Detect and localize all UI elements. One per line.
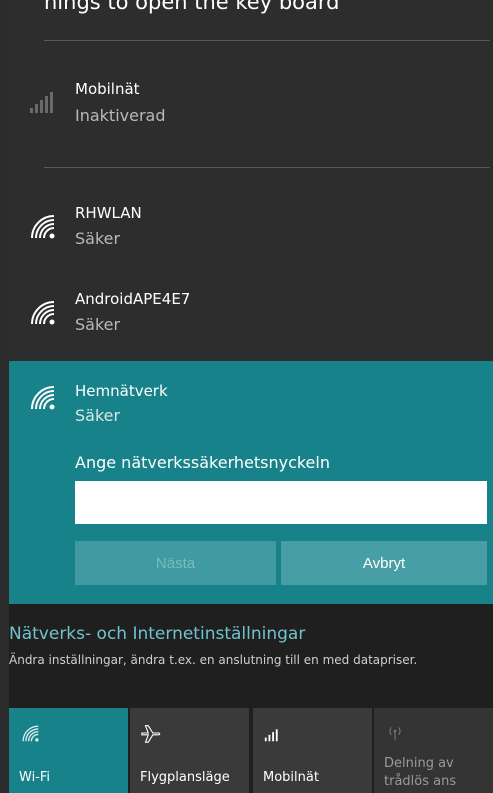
cutoff-header-text: nings to open the key board (44, 0, 340, 14)
hotspot-icon (389, 727, 401, 741)
network-status: Säker (75, 315, 121, 334)
tile-hotspot[interactable]: Delning av trådlös ans (374, 708, 493, 793)
tile-mobile[interactable]: Mobilnät (253, 708, 372, 793)
next-button[interactable]: Nästa (75, 541, 276, 585)
wifi-icon (22, 725, 39, 742)
network-item-hemnatverk-expanded[interactable]: Hemnätverk Säker Ange nätverkssäkerhetsn… (9, 361, 493, 604)
network-settings-description: Ändra inställningar, ändra t.ex. en ansl… (9, 653, 418, 667)
wifi-icon (31, 215, 55, 239)
cancel-button[interactable]: Avbryt (281, 541, 487, 585)
network-settings-link[interactable]: Nätverks- och Internetinställningar (9, 624, 305, 644)
divider (44, 167, 490, 168)
network-status: Säker (75, 229, 121, 248)
tile-airplane-mode[interactable]: Flygplansläge (130, 708, 249, 793)
wifi-icon (31, 386, 55, 410)
network-item-rhwlan[interactable]: RHWLAN Säker (9, 190, 493, 275)
network-item-androidape4e7[interactable]: AndroidAPE4E7 Säker (9, 276, 493, 361)
network-name: Hemnätverk (75, 382, 168, 400)
cellular-signal-icon (30, 92, 53, 113)
security-key-label: Ange nätverkssäkerhetsnyckeln (75, 453, 330, 472)
tile-label: Delning av trådlös ans (384, 756, 457, 789)
security-key-input[interactable] (75, 481, 487, 524)
network-status: Säker (75, 406, 121, 425)
quick-actions: Wi-Fi Flygplansläge Mobilnät Delning av … (9, 708, 493, 793)
network-item-mobile[interactable]: Mobilnät Inaktiverad (9, 70, 493, 160)
tile-label: Flygplansläge (140, 770, 230, 785)
tile-label: Wi-Fi (19, 770, 51, 785)
network-flyout: nings to open the key board Mobilnät Ina… (9, 0, 493, 793)
network-name: AndroidAPE4E7 (75, 290, 191, 308)
wifi-icon (31, 301, 55, 325)
cellular-signal-icon (264, 729, 278, 742)
network-settings-section: Nätverks- och Internetinställningar Ändr… (9, 604, 493, 708)
tile-wifi[interactable]: Wi-Fi (9, 708, 128, 793)
divider (44, 40, 490, 41)
network-name: RHWLAN (75, 204, 142, 222)
airplane-icon (141, 725, 161, 743)
network-name: Mobilnät (75, 80, 140, 98)
network-status: Inaktiverad (75, 106, 166, 125)
tile-label: Mobilnät (263, 770, 319, 785)
